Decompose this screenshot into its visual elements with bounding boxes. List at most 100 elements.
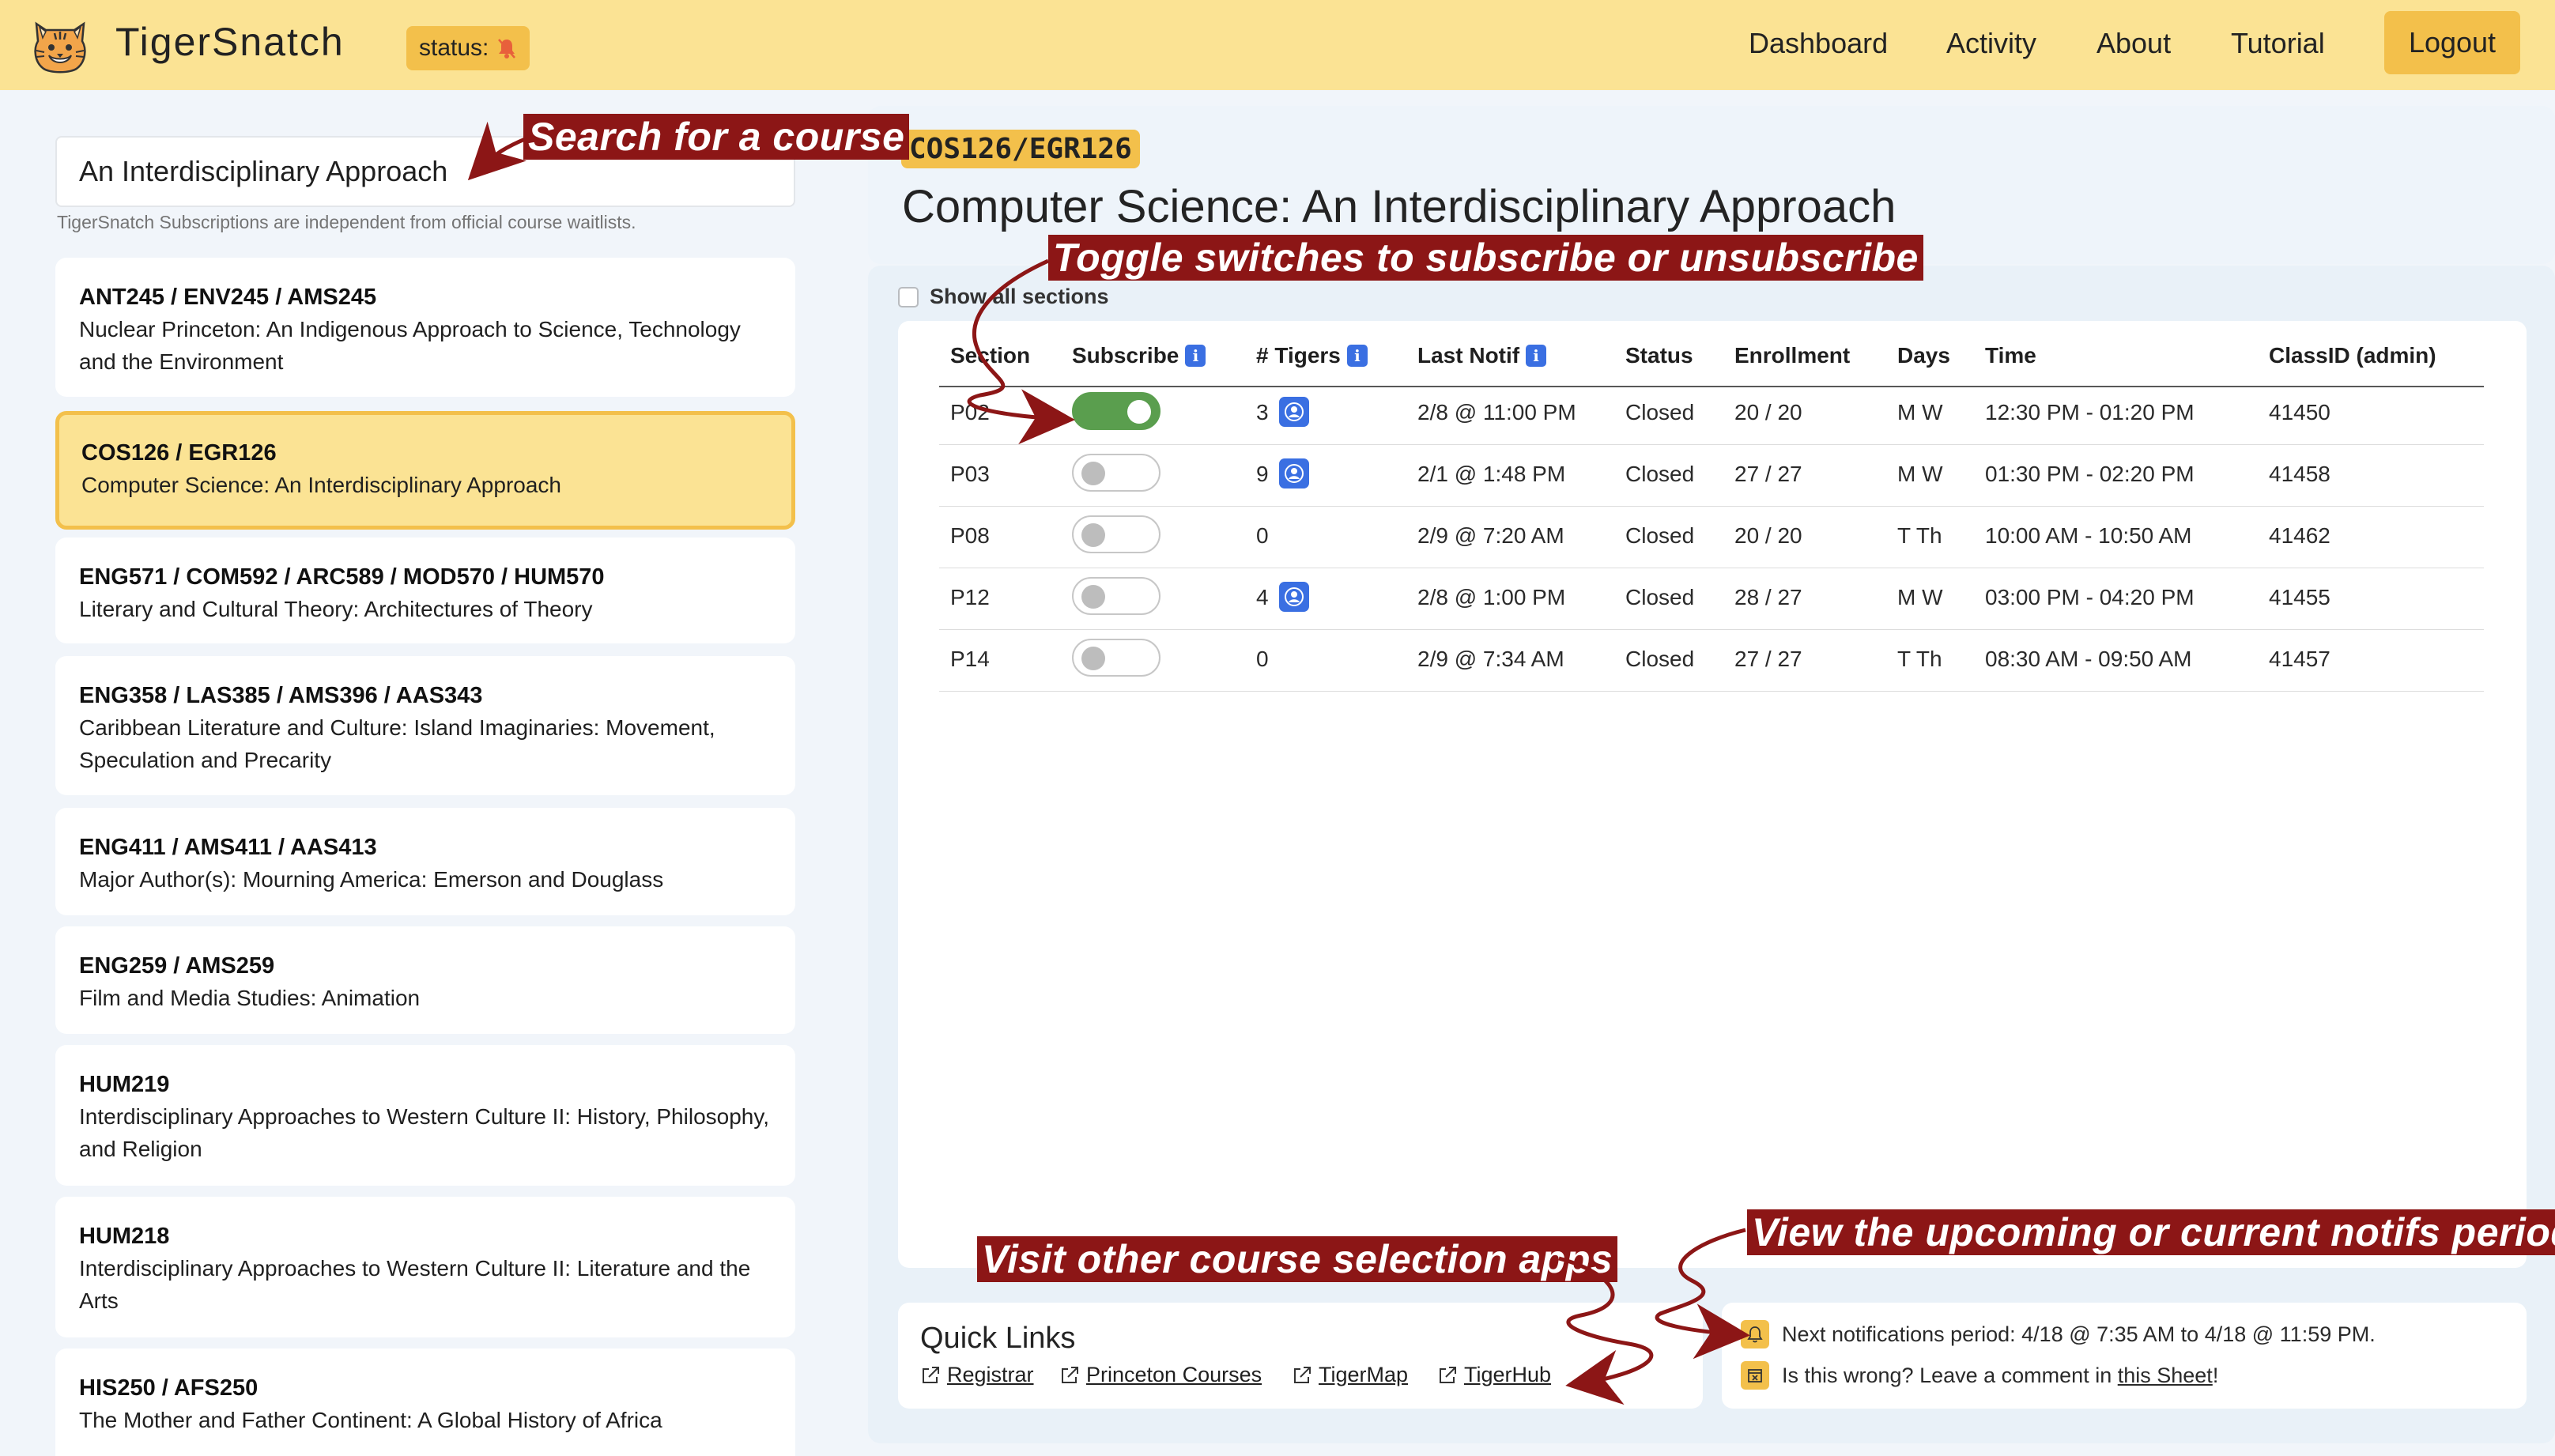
course-title: Interdisciplinary Approaches to Western … xyxy=(79,1256,751,1313)
last-notif-cell: 2/9 @ 7:20 AM xyxy=(1417,523,1564,548)
table-row-divider xyxy=(939,691,2484,692)
col-header-status: Status xyxy=(1625,343,1693,368)
toggle-knob xyxy=(1081,647,1105,670)
show-all-checkbox[interactable] xyxy=(898,286,919,307)
subscribe-toggle[interactable] xyxy=(1072,577,1161,615)
course-code-badge: COS126/EGR126 xyxy=(901,130,1140,168)
course-code: ENG411 / AMS411 / AAS413 xyxy=(79,835,377,860)
course-card-hum218[interactable]: HUM218 Interdisciplinary Approaches to W… xyxy=(55,1197,795,1337)
subscribe-toggle[interactable] xyxy=(1072,515,1161,553)
toggle-knob xyxy=(1081,462,1105,485)
course-card-hum219[interactable]: HUM219 Interdisciplinary Approaches to W… xyxy=(55,1045,795,1186)
status-cell: Closed xyxy=(1625,523,1695,548)
callout-quick-links: Visit other course selection apps xyxy=(977,1236,1618,1282)
course-card-eng411[interactable]: ENG411 / AMS411 / AAS413 Major Author(s)… xyxy=(55,808,795,915)
section-cell: P08 xyxy=(950,523,990,548)
info-icon[interactable]: i xyxy=(1526,345,1547,367)
tiger-logo-icon[interactable] xyxy=(28,14,92,77)
col-header-time: Time xyxy=(1985,343,2036,368)
course-code: HUM219 xyxy=(79,1072,170,1097)
sheet-link[interactable]: this Sheet xyxy=(2118,1364,2213,1387)
tigers-count-cell: 0 xyxy=(1256,523,1269,548)
section-cell: P12 xyxy=(950,585,990,609)
table-row-divider xyxy=(939,629,2484,630)
toggle-knob xyxy=(1081,585,1105,609)
col-header-enrollment: Enrollment xyxy=(1734,343,1851,368)
page-title: Computer Science: An Interdisciplinary A… xyxy=(902,181,1896,232)
external-link-icon xyxy=(1062,1366,1078,1383)
status-cell: Closed xyxy=(1625,400,1695,424)
tigers-count-cell: 0 xyxy=(1256,647,1269,671)
logout-button[interactable]: Logout xyxy=(2384,11,2520,74)
nav-activity[interactable]: Activity xyxy=(1946,27,2036,60)
section-cell: P03 xyxy=(950,462,990,486)
time-cell: 08:30 AM - 09:50 AM xyxy=(1985,647,2192,671)
course-code: COS126 / EGR126 xyxy=(81,440,277,466)
classid-cell: 41462 xyxy=(2269,523,2330,548)
toggle-knob xyxy=(1081,523,1105,547)
course-title: Caribbean Literature and Culture: Island… xyxy=(79,715,715,772)
course-card-cos126[interactable]: COS126 / EGR126 Computer Science: An Int… xyxy=(55,411,795,530)
search-note: TigerSnatch Subscriptions are independen… xyxy=(57,212,636,232)
course-card-eng259[interactable]: ENG259 / AMS259 Film and Media Studies: … xyxy=(55,926,795,1034)
navbar: TigerSnatch status: Dashboard Activity A… xyxy=(0,0,2555,90)
subscribe-toggle[interactable] xyxy=(1072,392,1161,430)
status-label: status: xyxy=(419,35,489,61)
info-icon[interactable]: i xyxy=(1185,345,1206,367)
course-card-his250[interactable]: HIS250 / AFS250 The Mother and Father Co… xyxy=(55,1348,795,1456)
course-card-eng571[interactable]: ENG571 / COM592 / ARC589 / MOD570 / HUM5… xyxy=(55,538,795,643)
course-code: ANT245 / ENV245 / AMS245 xyxy=(79,285,377,310)
tigers-count-cell: 9 xyxy=(1256,462,1269,486)
view-tigers-icon[interactable] xyxy=(1279,458,1309,488)
section-cell: P02 xyxy=(950,400,990,424)
classid-cell: 41457 xyxy=(2269,647,2330,671)
calendar-x-icon xyxy=(1741,1361,1769,1390)
course-code: ENG358 / LAS385 / AMS396 / AAS343 xyxy=(79,683,483,708)
status-cell: Closed xyxy=(1625,647,1695,671)
next-notif-period: Next notifications period: 4/18 @ 7:35 A… xyxy=(1741,1320,2376,1348)
classid-cell: 41455 xyxy=(2269,585,2330,609)
time-cell: 03:00 PM - 04:20 PM xyxy=(1985,585,2195,609)
quick-link-registrar[interactable]: Registrar xyxy=(920,1363,1034,1387)
course-card-ant245[interactable]: ANT245 / ENV245 / AMS245 Nuclear Princet… xyxy=(55,258,795,397)
view-tigers-icon[interactable] xyxy=(1279,582,1309,612)
info-icon[interactable]: i xyxy=(1346,345,1368,367)
course-search-panel: TigerSnatch Subscriptions are independen… xyxy=(0,90,852,1456)
subscribe-toggle[interactable] xyxy=(1072,454,1161,492)
callout-search: Search for a course xyxy=(523,114,910,160)
enrollment-cell: 27 / 27 xyxy=(1734,462,1802,486)
enrollment-cell: 20 / 20 xyxy=(1734,523,1802,548)
nav-dashboard[interactable]: Dashboard xyxy=(1749,27,1888,60)
external-link-icon xyxy=(923,1366,939,1383)
quick-links-title: Quick Links xyxy=(920,1322,1076,1355)
show-all-label: Show all sections xyxy=(930,285,1109,308)
classid-cell: 41450 xyxy=(2269,400,2330,424)
bell-icon xyxy=(1741,1320,1769,1348)
time-cell: 12:30 PM - 01:20 PM xyxy=(1985,400,2195,424)
time-cell: 01:30 PM - 02:20 PM xyxy=(1985,462,2195,486)
course-title: Literary and Cultural Theory: Architectu… xyxy=(79,597,593,621)
course-code: HUM218 xyxy=(79,1224,170,1249)
quick-link-tigerhub[interactable]: TigerHub xyxy=(1437,1363,1551,1387)
quick-link-princeton-courses[interactable]: Princeton Courses xyxy=(1059,1363,1262,1387)
last-notif-cell: 2/9 @ 7:34 AM xyxy=(1417,647,1564,671)
nav-about[interactable]: About xyxy=(2096,27,2171,60)
course-title: Major Author(s): Mourning America: Emers… xyxy=(79,867,664,892)
view-tigers-icon[interactable] xyxy=(1279,397,1309,427)
last-notif-cell: 2/1 @ 1:48 PM xyxy=(1417,462,1566,486)
callout-toggle: Toggle switches to subscribe or unsubscr… xyxy=(1048,235,1923,281)
show-all-sections-toggle[interactable]: Show all sections xyxy=(898,285,1109,309)
course-card-eng358[interactable]: ENG358 / LAS385 / AMS396 / AAS343 Caribb… xyxy=(55,656,795,795)
quick-link-tigermap[interactable]: TigerMap xyxy=(1292,1363,1408,1387)
col-header-tigers: # Tigers i xyxy=(1256,343,1368,368)
toggle-knob xyxy=(1127,400,1151,424)
subscribe-toggle[interactable] xyxy=(1072,639,1161,677)
bell-slash-icon xyxy=(498,39,516,58)
search-input[interactable] xyxy=(79,155,772,188)
days-cell: M W xyxy=(1897,462,1943,486)
table-row-divider xyxy=(939,506,2484,507)
brand-name[interactable]: TigerSnatch xyxy=(115,19,345,65)
course-title: Film and Media Studies: Animation xyxy=(79,986,421,1010)
nav-tutorial[interactable]: Tutorial xyxy=(2231,27,2325,60)
quick-links-card xyxy=(898,1303,1703,1409)
